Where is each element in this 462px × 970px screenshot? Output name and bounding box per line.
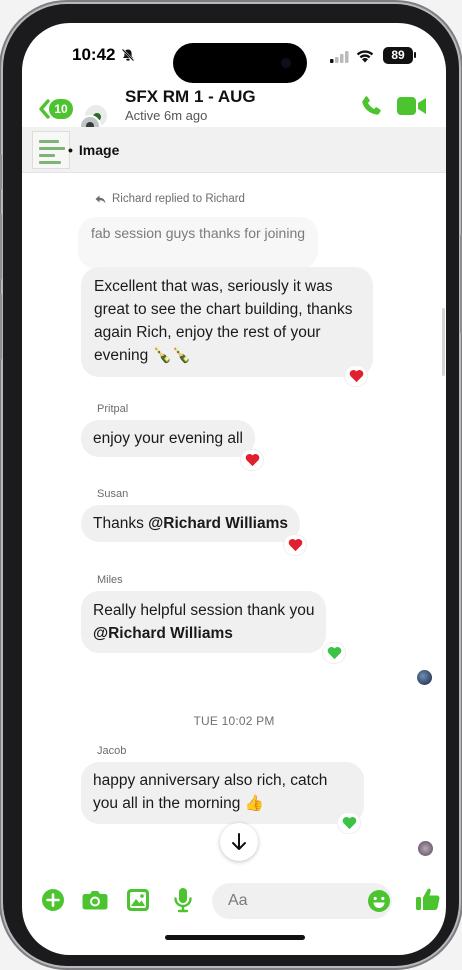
camera-icon[interactable] <box>82 889 108 911</box>
thumbs-up-icon[interactable] <box>415 886 441 912</box>
action-button <box>0 154 2 190</box>
reaction-badge[interactable] <box>338 813 360 833</box>
green-heart-icon <box>342 816 356 830</box>
scrollbar[interactable] <box>442 308 445 376</box>
back-button[interactable]: 10 <box>37 95 73 123</box>
reaction-badge[interactable] <box>241 450 263 470</box>
message-list[interactable]: Richard replied to Richard fab session g… <box>22 173 446 863</box>
reply-indicator-text: Richard replied to Richard <box>112 193 245 205</box>
red-heart-icon <box>349 369 363 383</box>
microphone-icon[interactable] <box>173 887 193 913</box>
reaction-badge[interactable] <box>345 366 367 386</box>
message-bubble-jacob[interactable]: happy anniversary also rich, catch you a… <box>81 762 364 824</box>
message-bubble-richard[interactable]: Excellent that was, seriously it was gre… <box>81 267 373 377</box>
reaction-badge[interactable] <box>284 535 306 555</box>
red-heart-icon <box>288 538 302 552</box>
phone-frame: 10:42 89 10 SFX RM 1 - AUG Active 6m ago… <box>0 4 462 966</box>
phone-icon[interactable] <box>359 94 383 118</box>
status-time: 10:42 <box>72 45 116 64</box>
message-bubble-miles[interactable]: Really helpful session thank you @Richar… <box>81 591 327 653</box>
screen: 10:42 89 10 SFX RM 1 - AUG Active 6m ago… <box>22 23 446 955</box>
signal-icon <box>330 51 349 63</box>
sender-name: Miles <box>97 574 123 586</box>
volume-down-button <box>0 294 2 360</box>
volume-up-button <box>0 214 2 280</box>
unread-count-badge: 10 <box>49 99 73 119</box>
seen-avatar <box>417 670 432 685</box>
arrow-down-icon <box>232 833 246 850</box>
mention-link[interactable]: @Richard Williams <box>93 622 314 645</box>
message-bubble-susan[interactable]: Thanks @Richard Williams <box>81 505 301 542</box>
home-indicator[interactable] <box>165 935 305 940</box>
chat-title[interactable]: SFX RM 1 - AUG <box>125 87 256 107</box>
reply-indicator: Richard replied to Richard <box>95 193 245 205</box>
gallery-icon[interactable] <box>126 888 150 912</box>
message-text: Really helpful session thank you <box>93 602 315 619</box>
message-text: Thanks <box>93 515 149 532</box>
video-icon[interactable] <box>397 96 427 116</box>
sender-name: Pritpal <box>97 403 129 415</box>
battery-icon: 89 <box>383 47 416 64</box>
pinned-image-thumbnail <box>32 131 70 169</box>
sender-name: Jacob <box>97 745 127 757</box>
reply-arrow-icon <box>95 195 106 203</box>
message-bubble-pritpal[interactable]: enjoy your evening all <box>81 420 255 457</box>
quoted-message[interactable]: fab session guys thanks for joining <box>78 217 318 269</box>
pinned-label: Image <box>68 142 119 158</box>
date-separator: TUE 10:02 PM <box>193 714 275 728</box>
bell-slash-icon <box>121 48 135 62</box>
message-input[interactable] <box>212 883 392 919</box>
scroll-to-bottom-button[interactable] <box>220 823 258 861</box>
message-composer <box>22 882 446 926</box>
emoji-icon[interactable] <box>367 889 391 913</box>
active-status: Active 6m ago <box>125 108 208 123</box>
pinned-message-bar[interactable]: Image <box>22 127 446 173</box>
seen-avatar <box>418 841 433 856</box>
red-heart-icon <box>245 453 259 467</box>
reaction-badge[interactable] <box>323 643 345 663</box>
sender-name: Susan <box>97 488 129 500</box>
wifi-icon <box>356 50 374 63</box>
mention-link[interactable]: @Richard Williams <box>148 515 288 532</box>
plus-icon[interactable] <box>41 888 65 912</box>
dynamic-island <box>173 43 307 83</box>
green-heart-icon <box>327 646 341 660</box>
